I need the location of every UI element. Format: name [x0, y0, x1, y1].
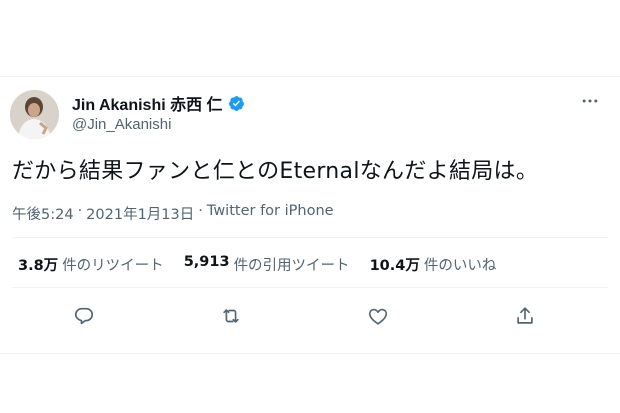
likes-label: 件のいいね: [423, 258, 497, 274]
tweet-text: だから結果ファンと仁とのEternalなんだよ結局は。: [12, 159, 539, 184]
retweets-count: 3.8万: [18, 258, 59, 274]
author-handle[interactable]: @Jin_Akanishi: [72, 116, 171, 133]
like-button[interactable]: [363, 301, 393, 331]
display-name[interactable]: Jin Akanishi 赤西 仁: [72, 91, 223, 115]
share-icon: [517, 307, 533, 324]
tweet-date[interactable]: 2021年1月13日: [86, 203, 194, 224]
reply-button[interactable]: [69, 301, 99, 331]
divider: [12, 237, 608, 238]
quotes-label: 件の引用ツイート: [233, 258, 350, 274]
divider: [12, 287, 608, 288]
verified-badge-icon: [228, 95, 245, 112]
retweet-icon: [223, 309, 239, 323]
tweet-card: Jin Akanishi 赤西 仁 @Jin_Akanishi だから結果ファン…: [0, 76, 620, 354]
reply-icon: [74, 307, 94, 325]
share-button[interactable]: [510, 301, 540, 331]
author-name-row[interactable]: Jin Akanishi 赤西 仁: [72, 91, 245, 115]
likes-stat[interactable]: 10.4万 件のいいね: [370, 254, 497, 275]
retweets-label: 件のリツイート: [62, 258, 164, 274]
action-bar: [0, 301, 620, 331]
likes-count: 10.4万: [369, 258, 420, 274]
retweet-button[interactable]: [216, 301, 246, 331]
quotes-count: 5,913: [183, 254, 230, 270]
tweet-source-separator: ·: [198, 203, 203, 219]
more-dots-icon: [582, 99, 598, 103]
retweets-stat[interactable]: 3.8万 件のリツイート: [18, 254, 164, 275]
tweet-meta: 午後5:24 · 2021年1月13日 · Twitter for iPhone: [12, 203, 334, 224]
engagement-stats: 3.8万 件のリツイート 5,913 件の引用ツイート 10.4万 件のいいね: [18, 254, 496, 275]
heart-icon: [368, 308, 388, 325]
tweet-date-separator: ·: [77, 203, 83, 219]
avatar[interactable]: [10, 90, 59, 139]
tweet-time[interactable]: 午後5:24: [12, 203, 74, 224]
tweet-source[interactable]: Twitter for iPhone: [207, 203, 334, 224]
more-options-button[interactable]: [578, 89, 602, 113]
quotes-stat[interactable]: 5,913 件の引用ツイート: [184, 254, 350, 275]
